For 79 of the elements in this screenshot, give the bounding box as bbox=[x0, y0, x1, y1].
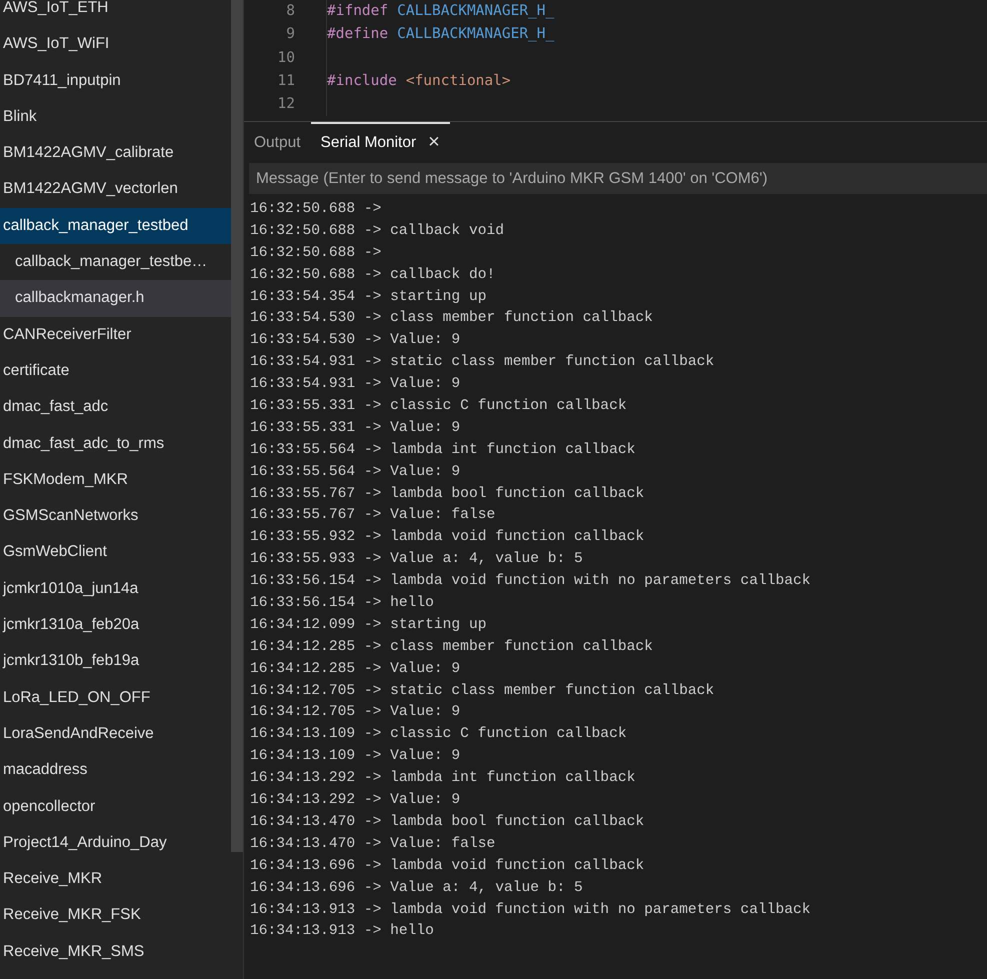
sketch-item[interactable]: jcmkr1310a_feb20a bbox=[0, 607, 231, 644]
log-line: 16:33:54.931 -> static class member function callback bbox=[250, 353, 716, 372]
log-line: 16:33:55.564 -> lambda int function callback bbox=[250, 440, 636, 460]
log-line: 16:34:12.285 -> class member function callback bbox=[250, 638, 654, 657]
close-icon[interactable]: × bbox=[428, 131, 440, 154]
panel-tab[interactable]: Output bbox=[244, 122, 311, 161]
sketch-item[interactable]: FSKModem_MKR bbox=[0, 462, 231, 498]
panel-tab[interactable]: Serial Monitor × bbox=[310, 122, 450, 161]
log-line: 16:34:12.099 -> starting up bbox=[250, 616, 488, 635]
log-line: 16:33:55.564 -> Value: 9 bbox=[250, 462, 462, 482]
code-token: CALLBACKMANAGER_H_ bbox=[397, 25, 554, 44]
sketch-item[interactable]: Receive_MKR_SMS bbox=[0, 934, 231, 970]
sketch-item[interactable]: GsmWebClient bbox=[0, 534, 231, 571]
sketch-item[interactable]: callback_manager_testbed bbox=[0, 208, 231, 244]
log-line: 16:34:13.913 -> hello bbox=[250, 922, 435, 942]
sketch-item[interactable]: CANReceiverFilter bbox=[0, 316, 231, 353]
sketch-item[interactable]: Receive_MKR bbox=[0, 861, 231, 898]
log-line: 16:33:54.530 -> Value: 9 bbox=[250, 331, 462, 350]
log-line: 16:32:50.688 -> bbox=[250, 200, 382, 219]
sketch-item[interactable]: certificate bbox=[0, 352, 231, 390]
log-line: 16:34:13.913 -> lambda void function with no parameters callback bbox=[250, 900, 812, 920]
log-line: 16:33:55.767 -> Value: false bbox=[250, 506, 496, 526]
file-item[interactable]: callback_manager_testbe… bbox=[0, 244, 231, 280]
sketch-item[interactable]: AWS_IoT_WiFI bbox=[0, 26, 231, 63]
message-field[interactable]: Message (Enter to send message to 'Arduino MKR GSM 1400' on 'COM6') bbox=[249, 163, 987, 194]
log-line: 16:33:55.767 -> lambda bool function callback bbox=[250, 484, 646, 504]
log-line: 16:33:54.354 -> starting up bbox=[250, 288, 488, 307]
sketch-item[interactable]: dmac_fast_adc bbox=[0, 389, 231, 426]
log-line: 16:33:56.154 -> hello bbox=[250, 594, 435, 614]
file-item[interactable]: callbackmanager.h bbox=[0, 280, 231, 317]
log-line: 16:33:54.530 -> class member function callback bbox=[250, 309, 654, 328]
sketch-item[interactable]: Blink bbox=[0, 98, 231, 136]
log-line: 16:33:55.932 -> lambda void function callback bbox=[250, 528, 646, 548]
sketch-item[interactable]: AWS_IoT_ETH bbox=[0, 0, 231, 26]
code-token: <functional> bbox=[406, 72, 511, 91]
sketch-item[interactable]: jcmkr1310b_feb19a bbox=[0, 643, 231, 680]
log-line: 16:32:50.688 -> callback void bbox=[250, 222, 505, 241]
line-number: 9 bbox=[285, 25, 295, 44]
log-line: 16:34:13.109 -> classic C function callback bbox=[250, 725, 628, 744]
log-line: 16:33:56.154 -> lambda void function with no parameters callback bbox=[250, 572, 812, 592]
line-number: 12 bbox=[276, 95, 295, 114]
sketch-item[interactable]: LoraSendAndReceive bbox=[0, 716, 231, 752]
log-line: 16:34:12.705 -> static class member function callback bbox=[250, 682, 716, 701]
log-line: 16:34:13.470 -> lambda bool function callback bbox=[250, 812, 646, 832]
sketch-item[interactable]: Receive_MKR_FSK bbox=[0, 897, 231, 934]
scrollbar-thumb[interactable] bbox=[231, 0, 243, 852]
log-line: 16:32:50.688 -> bbox=[250, 244, 382, 263]
code-token: CALLBACKMANAGER_H_ bbox=[397, 2, 554, 21]
sketch-item[interactable]: macaddress bbox=[0, 752, 231, 789]
log-line: 16:34:13.470 -> Value: false bbox=[250, 834, 496, 854]
log-line: 16:33:55.331 -> Value: 9 bbox=[250, 418, 462, 438]
sketch-item[interactable]: opencollector bbox=[0, 788, 231, 825]
log-line: 16:34:13.109 -> Value: 9 bbox=[250, 747, 462, 766]
log-line: 16:34:13.292 -> lambda int function callback bbox=[250, 769, 636, 788]
log-line: 16:34:13.292 -> Value: 9 bbox=[250, 791, 462, 810]
tab-label: Serial Monitor bbox=[320, 134, 416, 152]
sketch-item[interactable]: BM1422AGMV_calibrate bbox=[0, 135, 231, 172]
log-line: 16:32:50.688 -> callback do! bbox=[250, 266, 496, 285]
sketch-item[interactable]: dmac_fast_adc_to_rms bbox=[0, 426, 231, 462]
line-number: 8 bbox=[285, 2, 295, 21]
log-line: 16:34:13.696 -> Value a: 4, value b: 5 bbox=[250, 878, 584, 898]
line-number: 10 bbox=[276, 48, 295, 68]
log-line: 16:33:55.933 -> Value a: 4, value b: 5 bbox=[250, 550, 584, 570]
code-token: #ifndef bbox=[327, 2, 388, 21]
sketch-item[interactable]: GSMScanNetworks bbox=[0, 498, 231, 534]
log-line: 16:34:13.696 -> lambda void function callback bbox=[250, 856, 646, 876]
line-number: 11 bbox=[276, 72, 295, 91]
log-line: 16:34:12.285 -> Value: 9 bbox=[250, 660, 462, 679]
sketch-item[interactable]: BM1422AGMV_vectorlen bbox=[0, 171, 231, 208]
code-token: #include bbox=[327, 72, 397, 91]
code-token: #define bbox=[327, 25, 388, 44]
log-line: 16:33:55.331 -> classic C function callback bbox=[250, 397, 628, 416]
tab-label: Output bbox=[254, 134, 301, 152]
sketch-item[interactable]: jcmkr1010a_jun14a bbox=[0, 570, 231, 608]
sketch-item[interactable]: BD7411_inputpin bbox=[0, 62, 231, 99]
log-line: 16:33:54.931 -> Value: 9 bbox=[250, 375, 462, 394]
log-line: 16:34:12.705 -> Value: 9 bbox=[250, 703, 462, 722]
sketch-item[interactable]: Project14_Arduino_Day bbox=[0, 824, 231, 862]
sketch-item[interactable]: LoRa_LED_ON_OFF bbox=[0, 680, 231, 716]
